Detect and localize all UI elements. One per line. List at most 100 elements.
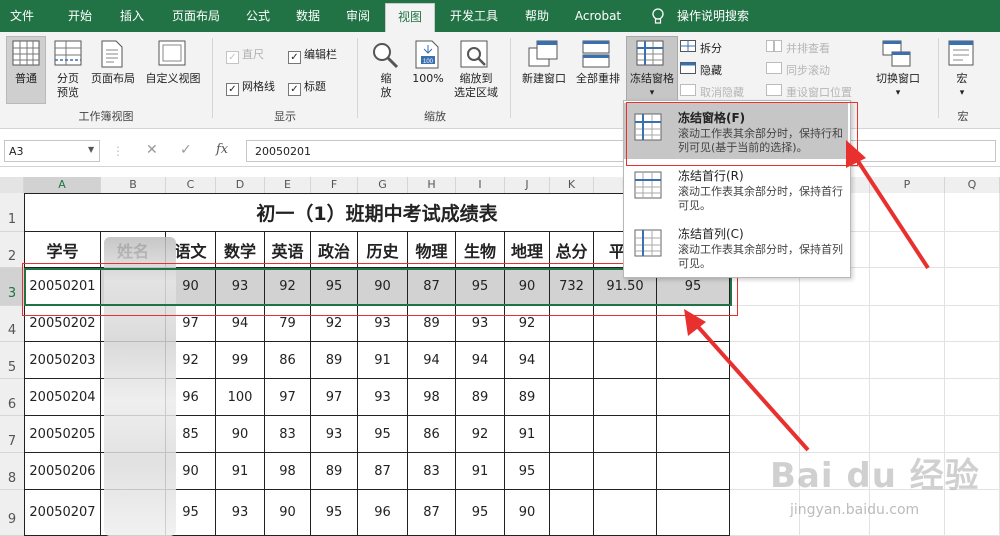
menu-item-freeze-panes[interactable]: 冻结窗格(F) 滚动工作表其余部分时，保持行和列可见(基于当前的选择)。 — [624, 103, 848, 159]
table-cell[interactable]: 87 — [358, 453, 408, 490]
insert-function-icon[interactable]: fx — [216, 142, 228, 157]
table-cell[interactable] — [594, 453, 657, 490]
tab-file[interactable]: 文件 — [0, 0, 44, 32]
tab-view[interactable]: 视图 — [385, 3, 435, 33]
row-header[interactable]: 6 — [0, 379, 24, 416]
table-cell[interactable]: 86 — [265, 342, 311, 379]
table-cell[interactable] — [550, 379, 594, 416]
ruler-checkbox[interactable]: ✓ 直尺 — [226, 46, 264, 64]
table-cell[interactable]: 99 — [216, 342, 265, 379]
table-cell[interactable] — [657, 490, 730, 536]
reset-window-position-button[interactable]: 重设窗口位置 — [786, 84, 852, 100]
column-header[interactable]: Q — [945, 177, 1000, 193]
page-break-preview-button[interactable]: 分页 预览 — [48, 72, 88, 100]
table-cell[interactable]: 97 — [265, 379, 311, 416]
table-cell[interactable] — [657, 342, 730, 379]
split-button[interactable]: 拆分 — [700, 40, 722, 56]
table-cell[interactable]: 83 — [408, 453, 456, 490]
tell-me-search[interactable]: 操作说明搜索 — [672, 0, 754, 32]
table-cell[interactable]: 95 — [358, 416, 408, 453]
zoom-button[interactable]: 缩放 — [366, 72, 406, 100]
formula-bar-checkbox[interactable]: ✓ 编辑栏 — [288, 46, 337, 64]
tab-help[interactable]: 帮助 — [515, 0, 559, 32]
table-cell[interactable]: 90 — [216, 416, 265, 453]
table-cell[interactable]: 98 — [408, 379, 456, 416]
row-header[interactable]: 4 — [0, 306, 24, 342]
table-cell[interactable]: 79 — [265, 306, 311, 342]
row-header[interactable]: 1 — [0, 193, 24, 232]
column-header[interactable]: E — [265, 177, 311, 193]
table-cell[interactable]: 87 — [408, 490, 456, 536]
table-cell[interactable] — [657, 379, 730, 416]
table-cell[interactable]: 92 — [265, 268, 311, 306]
tab-home[interactable]: 开始 — [56, 0, 104, 32]
table-cell[interactable]: 89 — [311, 453, 358, 490]
column-header[interactable]: P — [870, 177, 945, 193]
select-all-corner[interactable] — [0, 177, 24, 193]
table-cell[interactable]: 93 — [358, 306, 408, 342]
custom-views-button[interactable]: 自定义视图 — [140, 72, 206, 86]
table-cell[interactable] — [594, 416, 657, 453]
macros-button[interactable]: 宏 ▾ — [942, 72, 982, 100]
table-cell[interactable]: 95 — [456, 268, 505, 306]
formula-input[interactable]: 20050201 — [246, 140, 996, 162]
table-cell[interactable] — [657, 306, 730, 342]
sync-scroll-button[interactable]: 同步滚动 — [786, 62, 830, 78]
row-header[interactable]: 8 — [0, 453, 24, 490]
tab-data[interactable]: 数据 — [286, 0, 330, 32]
table-cell[interactable] — [550, 453, 594, 490]
arrange-all-button[interactable]: 全部重排 — [570, 72, 626, 86]
row-header[interactable]: 3 — [0, 268, 24, 306]
table-cell[interactable]: 89 — [311, 342, 358, 379]
table-cell[interactable]: 732 — [550, 268, 594, 306]
zoom-to-selection-button[interactable]: 缩放到 选定区域 — [446, 72, 506, 100]
table-cell[interactable]: 100 — [216, 379, 265, 416]
table-cell[interactable]: 92 — [311, 306, 358, 342]
tab-insert[interactable]: 插入 — [108, 0, 156, 32]
table-cell[interactable] — [594, 379, 657, 416]
table-cell[interactable] — [550, 342, 594, 379]
table-cell[interactable]: 93 — [358, 379, 408, 416]
table-cell[interactable]: 20050206 — [24, 453, 101, 490]
column-header[interactable]: H — [408, 177, 456, 193]
side-by-side-button[interactable]: 并排查看 — [786, 40, 830, 56]
table-cell[interactable]: 93 — [216, 490, 265, 536]
table-cell[interactable]: 20050201 — [24, 268, 101, 306]
enter-icon[interactable]: ✓ — [180, 142, 192, 158]
gridlines-checkbox[interactable]: ✓ 网格线 — [226, 78, 275, 96]
table-cell[interactable]: 94 — [456, 342, 505, 379]
table-cell[interactable]: 95 — [311, 490, 358, 536]
table-cell[interactable]: 89 — [505, 379, 550, 416]
column-header[interactable]: F — [311, 177, 358, 193]
table-cell[interactable]: 95 — [311, 268, 358, 306]
column-header[interactable]: G — [358, 177, 408, 193]
table-cell[interactable]: 95 — [505, 453, 550, 490]
table-cell[interactable]: 86 — [408, 416, 456, 453]
table-cell[interactable] — [550, 306, 594, 342]
table-cell[interactable]: 87 — [408, 268, 456, 306]
column-header[interactable]: D — [216, 177, 265, 193]
table-cell[interactable]: 94 — [408, 342, 456, 379]
table-cell[interactable]: 92 — [456, 416, 505, 453]
row-header[interactable]: 9 — [0, 490, 24, 536]
switch-windows-button[interactable]: 切换窗口 ▾ — [868, 72, 928, 100]
table-cell[interactable]: 97 — [311, 379, 358, 416]
table-cell[interactable]: 91 — [505, 416, 550, 453]
table-cell[interactable]: 91 — [456, 453, 505, 490]
table-cell[interactable]: 96 — [358, 490, 408, 536]
table-cell[interactable]: 20050204 — [24, 379, 101, 416]
table-cell[interactable]: 83 — [265, 416, 311, 453]
column-header[interactable]: K — [550, 177, 594, 193]
table-cell[interactable]: 20050203 — [24, 342, 101, 379]
column-header[interactable]: C — [166, 177, 216, 193]
table-cell[interactable] — [594, 342, 657, 379]
table-cell[interactable]: 98 — [265, 453, 311, 490]
table-cell[interactable]: 20050205 — [24, 416, 101, 453]
table-cell[interactable]: 89 — [456, 379, 505, 416]
page-layout-view-button[interactable]: 页面布局 — [86, 72, 140, 86]
menu-item-freeze-top-row[interactable]: 冻结首行(R) 滚动工作表其余部分时，保持首行可见。 — [624, 161, 848, 217]
table-cell[interactable] — [550, 416, 594, 453]
tab-formulas[interactable]: 公式 — [236, 0, 280, 32]
tab-review[interactable]: 审阅 — [336, 0, 380, 32]
table-cell[interactable] — [657, 453, 730, 490]
